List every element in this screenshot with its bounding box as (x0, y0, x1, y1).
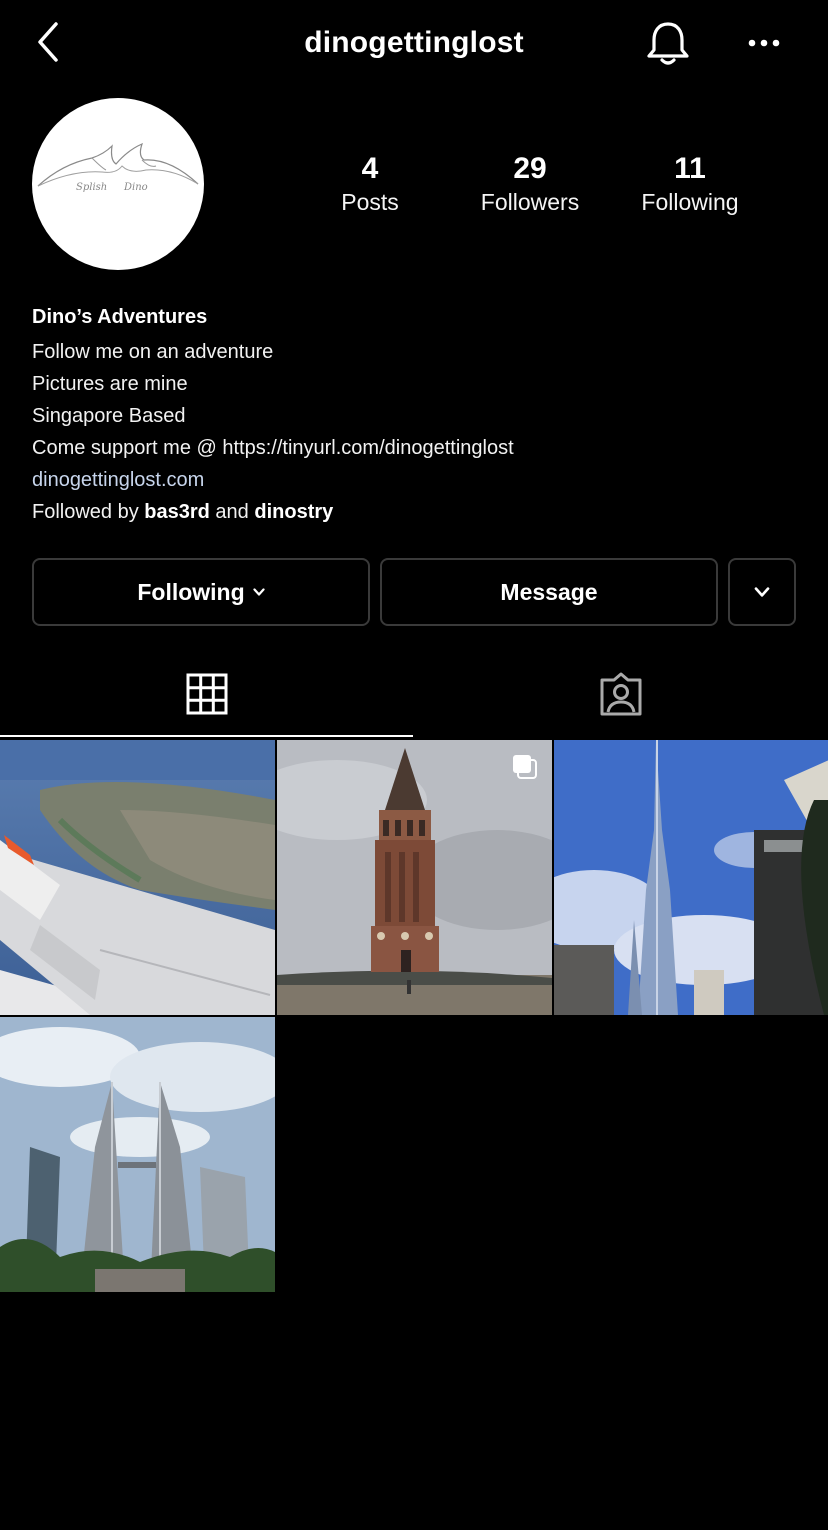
stat-following[interactable]: 11 Following (610, 150, 770, 216)
posts-label: Posts (341, 189, 399, 215)
post-thumbnail[interactable] (277, 740, 552, 1015)
followers-label: Followers (480, 189, 580, 215)
grid-icon (186, 673, 228, 715)
profile-bio: Dino’s Adventures Follow me on an advent… (32, 300, 802, 528)
followed-by-user[interactable]: bas3rd (144, 501, 210, 523)
active-tab-indicator (0, 735, 413, 737)
message-button[interactable]: Message (380, 558, 718, 626)
multiple-photos-icon (513, 755, 537, 779)
post-thumbnail[interactable] (0, 740, 275, 1015)
suggested-accounts-button[interactable] (728, 558, 796, 626)
ellipsis-icon (748, 39, 780, 47)
following-button-label: Following (137, 578, 245, 605)
profile-username: dinogettinglost (304, 26, 524, 59)
profile-stats: 4 Posts 29 Followers 11 Following (290, 150, 770, 216)
avatar-logo: Splish Dino (37, 142, 199, 193)
followed-by[interactable]: Followed by bas3rd and dinostry (32, 496, 802, 528)
posts-count: 4 (361, 152, 379, 185)
message-button-label: Message (500, 578, 598, 605)
top-bar: dinogettinglost (0, 0, 828, 88)
svg-text:Dino: Dino (123, 182, 148, 193)
bio-line: Pictures are mine (32, 373, 188, 395)
bio-line: Singapore Based (32, 405, 186, 427)
clock-tower-photo (277, 740, 552, 1015)
followed-by-prefix: Followed by (32, 501, 145, 523)
notifications-button[interactable] (644, 18, 692, 68)
tagged-icon (600, 672, 642, 716)
airplane-wing-photo (0, 740, 275, 1015)
profile-tabs (0, 650, 828, 740)
burj-khalifa-photo (554, 740, 828, 1015)
following-count: 11 (674, 152, 706, 185)
display-name: Dino’s Adventures (32, 306, 208, 328)
petronas-towers-photo (0, 1017, 275, 1292)
followed-by-and: and (209, 501, 255, 523)
svg-text:Splish: Splish (76, 182, 107, 193)
tab-posts-grid[interactable] (0, 650, 414, 738)
website-link[interactable]: dinogettinglost.com (32, 464, 802, 496)
chevron-down-icon (253, 588, 265, 596)
post-thumbnail[interactable] (0, 1017, 275, 1292)
stat-followers[interactable]: 29 Followers (450, 150, 610, 216)
post-thumbnail[interactable] (554, 740, 828, 1015)
bell-icon (647, 22, 689, 65)
followed-by-user[interactable]: dinostry (254, 501, 333, 523)
profile-avatar[interactable]: Splish Dino (32, 98, 204, 270)
bio-line: Come support me @ https://tinyurl.com/di… (32, 437, 514, 459)
more-options-button[interactable] (742, 26, 786, 60)
followers-count: 29 (513, 152, 547, 185)
tab-tagged[interactable] (414, 650, 828, 738)
stat-posts[interactable]: 4 Posts (290, 150, 450, 216)
chevron-down-icon (754, 587, 770, 597)
following-label: Following (641, 189, 739, 215)
bio-line: Follow me on an adventure (32, 341, 274, 363)
following-button[interactable]: Following (32, 558, 370, 626)
